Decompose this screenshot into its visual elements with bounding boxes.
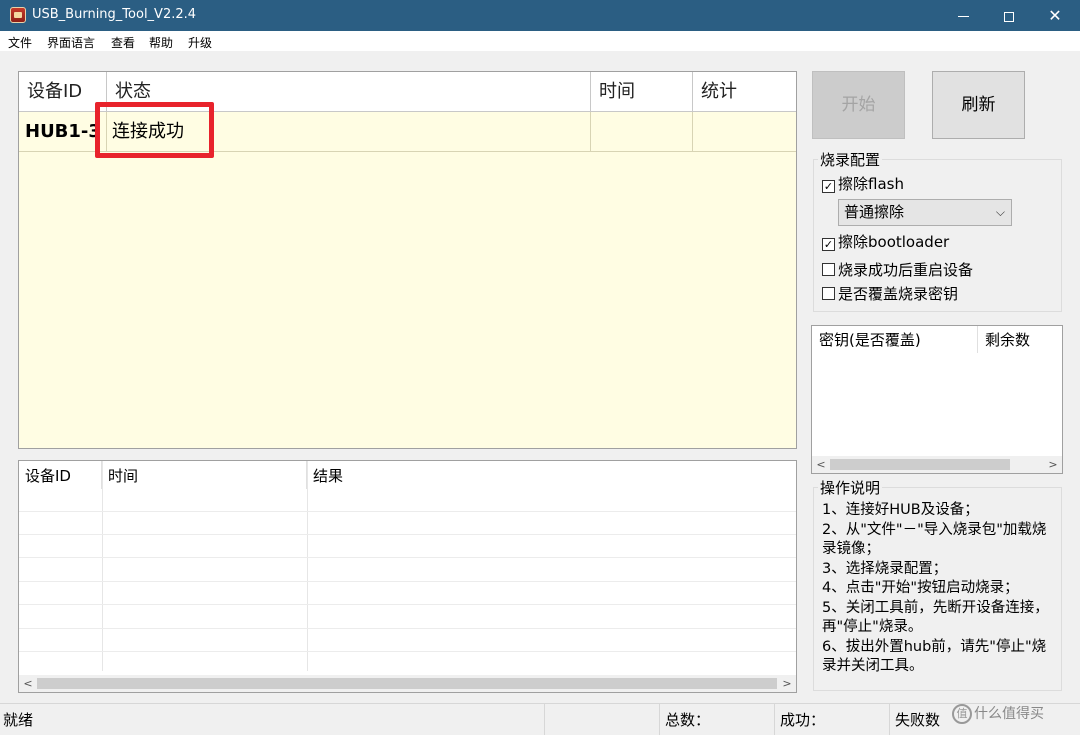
watermark-text: 什么值得买 (974, 706, 1044, 722)
log-grid[interactable]: 设备ID 时间 结果 < > (18, 460, 797, 693)
minimize-button[interactable] (940, 0, 986, 31)
erase-bootloader-checkbox[interactable]: ✓ 擦除bootloader (822, 232, 949, 252)
maximize-icon (1004, 11, 1014, 22)
erase-mode-value: 普通擦除 (844, 203, 905, 221)
menu-language[interactable]: 界面语言 (47, 34, 95, 51)
log-row-line (19, 604, 796, 605)
key-column-key[interactable]: 密钥(是否覆盖) (812, 326, 978, 353)
log-row-line (19, 511, 796, 512)
minimize-icon (957, 16, 969, 17)
title-bar: USB_Burning_Tool_V2.2.4 ✕ (0, 0, 1080, 31)
instructions-text: 1、连接好HUB及设备； 2、从"文件"－"导入烧录包"加载烧录镜像； 3、选择… (822, 502, 1049, 674)
log-row-line (19, 651, 796, 652)
scroll-thumb[interactable] (830, 459, 1010, 470)
menu-view[interactable]: 查看 (111, 34, 135, 51)
close-icon: ✕ (1048, 6, 1062, 25)
refresh-button[interactable]: 刷新 (932, 71, 1025, 139)
key-list[interactable]: 密钥(是否覆盖) 剩余数 < > (811, 325, 1063, 474)
device-stats-cell (693, 112, 796, 152)
maximize-button[interactable] (986, 0, 1032, 31)
log-row-line (19, 557, 796, 558)
reboot-after-label: 烧录成功后重启设备 (838, 261, 974, 279)
erase-mode-select[interactable]: 普通擦除 ⌵ (838, 199, 1012, 226)
checkbox-unchecked-icon (822, 263, 835, 276)
erase-flash-label: 擦除flash (838, 175, 904, 193)
menu-upgrade[interactable]: 升级 (188, 34, 212, 51)
status-bar: 就绪 总数： 成功： 失败数 (0, 703, 1080, 735)
status-total: 总数： (660, 704, 775, 735)
erase-flash-checkbox[interactable]: ✓ 擦除flash (822, 174, 904, 194)
status-state: 就绪 (0, 704, 545, 735)
scroll-right-icon[interactable]: > (1044, 456, 1062, 473)
menu-bar: 文件 界面语言 查看 帮助 升级 (0, 31, 1080, 51)
key-list-horizontal-scrollbar[interactable]: < > (812, 456, 1062, 473)
checkbox-unchecked-icon (822, 287, 835, 300)
scroll-left-icon[interactable]: < (812, 456, 830, 473)
close-button[interactable]: ✕ (1032, 0, 1078, 31)
burn-config-title: 烧录配置 (818, 149, 883, 170)
watermark: 值什么值得买 (952, 704, 1044, 724)
overwrite-key-checkbox[interactable]: 是否覆盖烧录密钥 (822, 284, 958, 304)
log-row-line (19, 581, 796, 582)
log-column-time[interactable]: 时间 (102, 461, 307, 489)
erase-bootloader-label: 擦除bootloader (838, 233, 950, 251)
app-icon (10, 7, 26, 23)
log-divider (102, 461, 103, 671)
log-row-line (19, 534, 796, 535)
scroll-thumb[interactable] (37, 678, 777, 689)
menu-file[interactable]: 文件 (8, 34, 32, 51)
window-title: USB_Burning_Tool_V2.2.4 (32, 7, 197, 22)
status-fail: 失败数 (895, 711, 941, 729)
column-stats[interactable]: 统计 (693, 72, 796, 112)
watermark-logo-icon: 值 (952, 704, 972, 724)
column-device-id[interactable]: 设备ID (19, 72, 107, 112)
log-column-result[interactable]: 结果 (307, 461, 796, 489)
instructions-title: 操作说明 (818, 477, 883, 498)
checkbox-checked-icon: ✓ (822, 180, 835, 193)
device-id-cell: HUB1-3 (19, 112, 107, 152)
overwrite-key-label: 是否覆盖烧录密钥 (838, 285, 959, 303)
key-column-remaining[interactable]: 剩余数 (978, 326, 1062, 353)
log-horizontal-scrollbar[interactable]: < > (19, 675, 796, 692)
status-spacer (545, 704, 660, 735)
column-time[interactable]: 时间 (591, 72, 693, 112)
device-time-cell (591, 112, 693, 152)
checkbox-checked-icon: ✓ (822, 238, 835, 251)
start-button[interactable]: 开始 (812, 71, 905, 139)
reboot-after-checkbox[interactable]: 烧录成功后重启设备 (822, 260, 973, 280)
scroll-right-icon[interactable]: > (778, 675, 796, 692)
menu-help[interactable]: 帮助 (149, 34, 173, 51)
log-row-line (19, 628, 796, 629)
status-highlight-annotation (95, 102, 214, 158)
chevron-down-icon: ⌵ (995, 205, 1005, 219)
log-column-device-id[interactable]: 设备ID (19, 461, 102, 489)
status-success: 成功： (775, 704, 890, 735)
log-divider (307, 461, 308, 671)
scroll-left-icon[interactable]: < (19, 675, 37, 692)
